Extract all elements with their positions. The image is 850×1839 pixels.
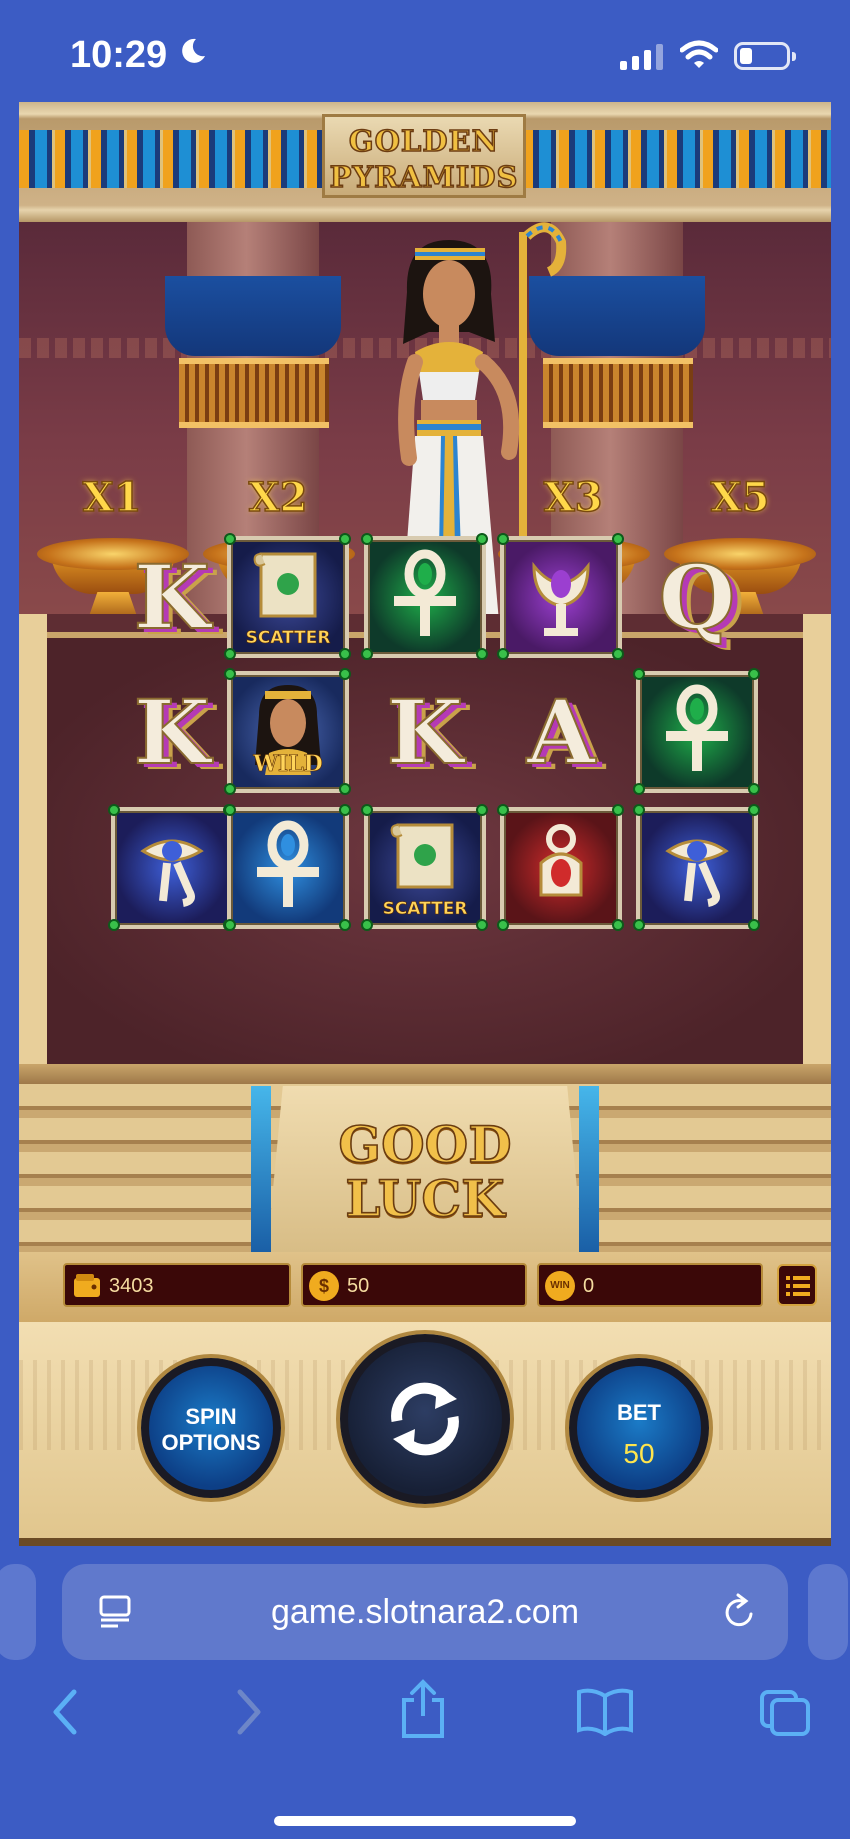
green-ankh-icon xyxy=(666,684,728,771)
control-panel: SPIN OPTIONS BET 50 xyxy=(19,1322,831,1546)
paytable-menu-button[interactable] xyxy=(777,1264,817,1306)
slot-game: GOLDEN PYRAMIDS X1 X2 X3 X5 K SCATTER Q … xyxy=(19,102,831,1546)
title-frieze: GOLDEN PYRAMIDS xyxy=(19,102,831,222)
reel-symbol-red-amulet xyxy=(497,804,624,931)
spin-arrows-icon xyxy=(391,1382,459,1456)
win-box: WIN 0 xyxy=(537,1263,763,1307)
eye-of-horus-icon xyxy=(665,839,729,907)
forward-icon[interactable] xyxy=(228,1686,268,1738)
reel-symbol-blue-ankh xyxy=(224,804,351,931)
bet-amount: 50 xyxy=(347,1275,370,1297)
win-value: 0 xyxy=(583,1275,595,1297)
symbol-letter: K xyxy=(133,679,211,785)
list-icon xyxy=(786,1276,810,1296)
cellular-signal-icon xyxy=(620,44,663,70)
good-luck-message: GOOD LUCK xyxy=(338,1115,513,1228)
bet-button-value: 50 xyxy=(623,1438,655,1469)
reel-symbol-green-ankh xyxy=(633,668,760,795)
reel-symbol-scatter: SCATTER xyxy=(224,533,351,660)
pillar-capital-left xyxy=(165,276,341,356)
spin-options-button[interactable]: SPIN OPTIONS xyxy=(141,1358,281,1498)
status-time: 10:29 xyxy=(70,34,168,76)
browser-toolbar: game.slotnara2.com xyxy=(0,1546,850,1839)
battery-icon xyxy=(734,42,796,70)
address-bar[interactable]: game.slotnara2.com xyxy=(62,1564,788,1660)
multiplier-x5: X5 xyxy=(710,473,770,522)
reel-symbol-scatter: SCATTER xyxy=(361,804,488,931)
bet-button[interactable]: BET 50 xyxy=(569,1358,709,1498)
reel-symbol-a: A xyxy=(500,671,622,793)
reel-symbol-purple-lotus xyxy=(497,533,624,660)
multiplier-x2: X2 xyxy=(248,473,308,522)
bookmarks-icon[interactable] xyxy=(576,1686,634,1736)
tabs-icon[interactable] xyxy=(758,1688,812,1738)
win-icon: WIN xyxy=(545,1271,575,1301)
wifi-icon xyxy=(680,40,718,68)
url-text: game.slotnara2.com xyxy=(270,1593,580,1631)
bet-box: $ 50 xyxy=(301,1263,527,1307)
symbol-letter: K xyxy=(133,544,211,650)
reload-icon[interactable] xyxy=(720,1592,758,1632)
home-indicator xyxy=(274,1816,576,1826)
spin-button[interactable] xyxy=(340,1334,510,1504)
balance-box: 3403 xyxy=(63,1263,291,1307)
symbol-letter: K xyxy=(386,679,464,785)
bet-label: BET xyxy=(617,1400,661,1425)
reel-symbol-k: K xyxy=(364,671,486,793)
wild-label: WILD xyxy=(253,751,323,778)
scatter-label: SCATTER xyxy=(245,628,331,649)
status-bar: 10:29 xyxy=(0,0,850,100)
reel-symbol-eye-of-horus xyxy=(108,804,235,931)
balance-value: 3403 xyxy=(109,1275,154,1297)
eye-of-horus-icon xyxy=(140,839,204,907)
back-icon[interactable] xyxy=(46,1686,86,1738)
multiplier-x3: X3 xyxy=(543,473,603,522)
moon-icon xyxy=(182,38,205,63)
red-amulet-icon xyxy=(539,824,583,897)
next-tab-peek[interactable] xyxy=(808,1564,848,1660)
game-title: GOLDEN PYRAMIDS xyxy=(322,114,526,198)
share-icon[interactable] xyxy=(398,1678,448,1740)
wallet-icon xyxy=(74,1274,100,1297)
reel-symbol-q: Q xyxy=(636,536,758,658)
info-bar: 3403 $ 50 WIN 0 xyxy=(19,1252,831,1322)
reel-symbol-eye-of-horus xyxy=(633,804,760,931)
green-ankh-icon xyxy=(394,549,456,636)
reel-symbol-wild: WILD xyxy=(224,668,351,795)
scatter-label: SCATTER xyxy=(382,899,468,920)
reel-symbol-green-ankh xyxy=(361,533,488,660)
previous-tab-peek[interactable] xyxy=(0,1564,36,1660)
blue-ankh-icon xyxy=(257,820,319,907)
purple-lotus-icon xyxy=(532,561,590,636)
reel-symbol-k: K xyxy=(111,536,233,658)
symbol-letter: A xyxy=(526,679,596,785)
coin-icon: $ xyxy=(309,1271,339,1301)
symbol-letter: Q xyxy=(658,544,737,650)
reel-symbol-k: K xyxy=(111,671,233,793)
multiplier-x1: X1 xyxy=(82,473,142,522)
